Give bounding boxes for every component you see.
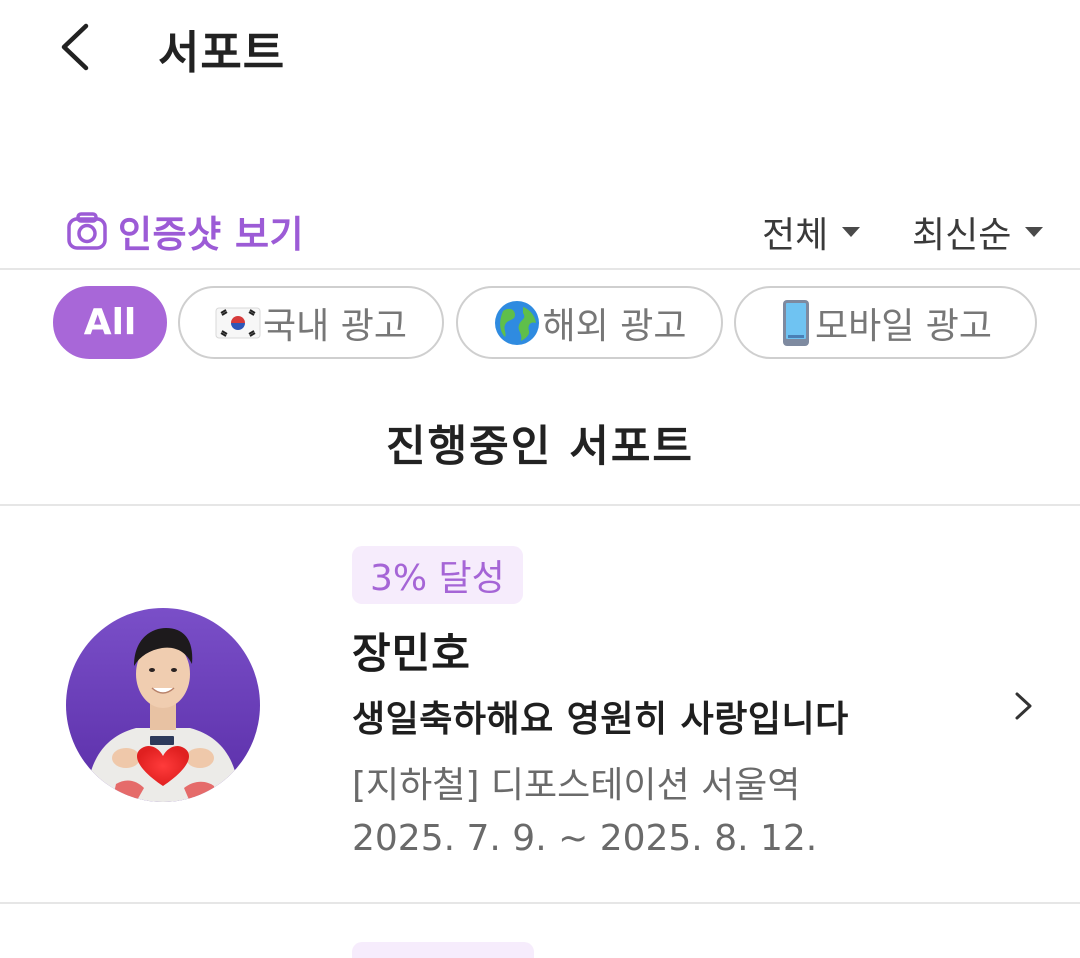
korea-flag-icon [215,306,261,340]
artist-name: 장민호 [352,629,471,678]
ad-location: [지하철] 디포스테이션 서울역 [352,765,801,806]
sort-order-dropdown[interactable]: 최신순 [912,206,1044,258]
category-filter-label: 전체 [762,215,829,256]
divider [0,902,1080,904]
achievement-badge-partial [352,942,534,958]
chip-domestic-label: 국내 광고 [263,305,407,347]
chip-mobile-ads[interactable]: 모바일 광고 [734,286,1037,359]
chip-all-label: All [83,302,137,343]
view-proof-shots-label: 인증샷 보기 [118,213,305,256]
sort-order-label: 최신순 [912,215,1012,256]
mobile-phone-icon [779,299,813,347]
ad-type-chips: All 국내 광고 해외 광고 모바일 광고 [0,286,1080,360]
back-button[interactable] [50,18,106,76]
page-title: 서포트 [158,26,286,79]
chevron-right-icon [1008,686,1038,726]
app-header: 서포트 [0,0,1080,100]
support-page: 서포트 인증샷 보기 전체 최신순 All 국내 광고 해외 광고 모바일 광고… [0,0,1080,958]
camera-icon [67,212,107,250]
category-filter-dropdown[interactable]: 전체 [762,206,861,258]
section-title: 진행중인 서포트 [386,422,694,472]
support-message: 생일축하해요 영원히 사랑입니다 [352,699,849,740]
globe-icon [493,299,541,347]
chip-mobile-label: 모바일 광고 [814,305,993,347]
chip-overseas-ads[interactable]: 해외 광고 [456,286,723,359]
support-list-item[interactable]: 3% 달성 장민호 생일축하해요 영원히 사랑입니다 [지하철] 디포스테이션 … [0,506,1080,902]
view-proof-shots-button[interactable]: 인증샷 보기 [66,204,304,258]
ad-period: 2025. 7. 9. ~ 2025. 8. 12. [352,818,818,859]
divider [0,268,1080,270]
caret-down-icon [1025,227,1044,237]
chip-all[interactable]: All [53,286,167,359]
chevron-left-icon [61,23,89,71]
achievement-badge: 3% 달성 [352,546,523,604]
artist-avatar [66,608,260,802]
support-toolbar: 인증샷 보기 전체 최신순 [0,196,1080,266]
chip-domestic-ads[interactable]: 국내 광고 [178,286,444,359]
chip-overseas-label: 해외 광고 [542,305,687,347]
caret-down-icon [842,227,861,237]
